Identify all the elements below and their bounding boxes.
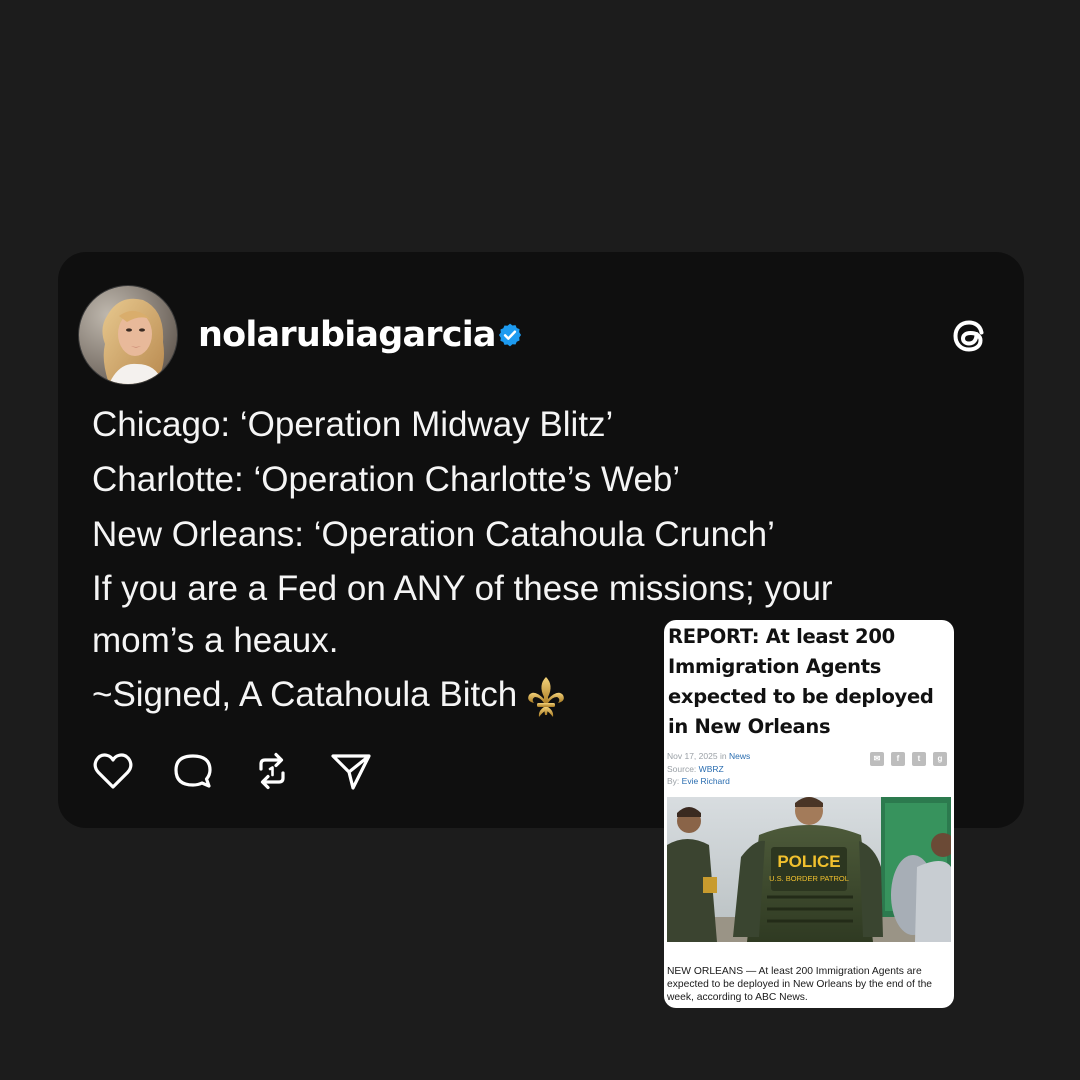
post-line-6: ~Signed, A Catahoula Bitch bbox=[92, 668, 567, 722]
comment-icon[interactable] bbox=[170, 748, 216, 794]
post-line-4: If you are a Fed on ANY of these mission… bbox=[92, 569, 833, 608]
fleur-de-lis-icon bbox=[528, 676, 565, 717]
email-icon: ✉ bbox=[870, 752, 884, 766]
article-date: Nov 17, 2025 bbox=[667, 751, 718, 761]
avatar[interactable] bbox=[78, 285, 178, 385]
google-plus-icon: g bbox=[933, 752, 947, 766]
article-share-icons: ✉ f t g bbox=[870, 752, 947, 766]
article-title: REPORT: At least 200 Immigration Agents … bbox=[668, 625, 934, 738]
threads-logo-icon[interactable] bbox=[946, 311, 994, 359]
article-in-label: in bbox=[719, 751, 727, 761]
article-by-label: By: bbox=[667, 776, 680, 786]
photo-police-label: POLICE bbox=[777, 852, 840, 871]
article-author: Evie Richard bbox=[681, 776, 730, 786]
article-excerpt: NEW ORLEANS — At least 200 Immigration A… bbox=[667, 966, 933, 1003]
post-line-3: New Orleans: ‘Operation Catahoula Crunch… bbox=[92, 515, 775, 554]
facebook-icon: f bbox=[891, 752, 905, 766]
post-line-2: Charlotte: ‘Operation Charlotte’s Web’ bbox=[92, 460, 681, 499]
photo-border-patrol-label: U.S. BORDER PATROL bbox=[769, 874, 849, 883]
post-line-1: Chicago: ‘Operation Midway Blitz’ bbox=[92, 405, 614, 444]
verified-badge-icon bbox=[498, 323, 522, 347]
article-photo: POLICE U.S. BORDER PATROL bbox=[667, 797, 951, 942]
post-line-6-text: ~Signed, A Catahoula Bitch bbox=[92, 675, 518, 714]
avatar-image bbox=[79, 286, 177, 384]
share-icon[interactable] bbox=[328, 748, 374, 794]
article-category: News bbox=[728, 751, 751, 761]
post-line-5: mom’s a heaux. bbox=[92, 621, 339, 660]
article-source-line: Source: WBRZ bbox=[667, 763, 724, 776]
repost-icon[interactable] bbox=[249, 748, 295, 794]
username[interactable]: nolarubiagarcia bbox=[198, 311, 497, 359]
attached-article-image[interactable]: REPORT: At least 200 Immigration Agents … bbox=[664, 620, 954, 1008]
article-source-label: Source: bbox=[667, 763, 697, 774]
twitter-icon: t bbox=[912, 752, 926, 766]
article-date-line: Nov 17, 2025 in News bbox=[667, 750, 750, 763]
article-author-line: By: Evie Richard bbox=[667, 775, 730, 788]
heart-icon[interactable] bbox=[90, 748, 136, 794]
article-source: WBRZ bbox=[698, 763, 724, 774]
